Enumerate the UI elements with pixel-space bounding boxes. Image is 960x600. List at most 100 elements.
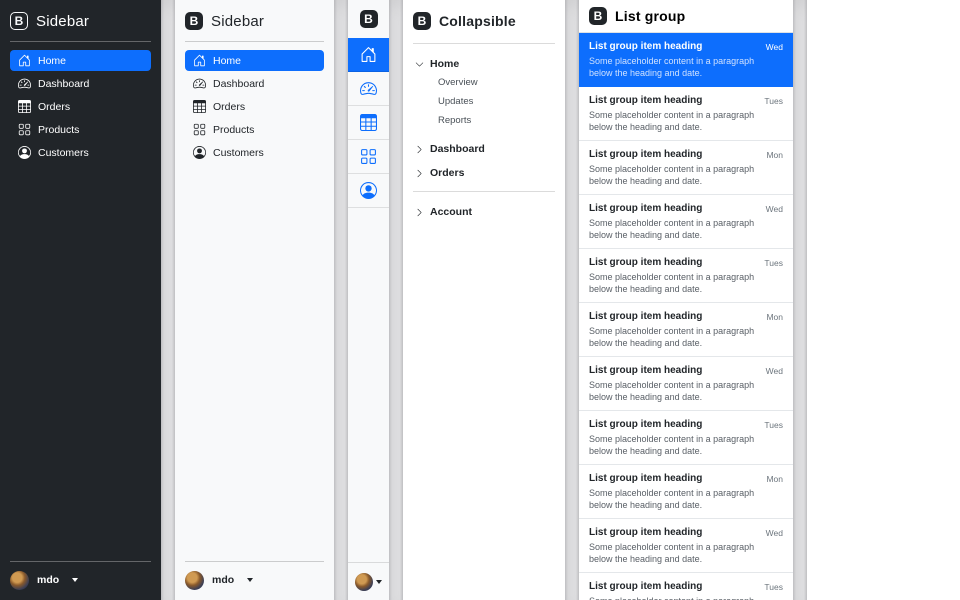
list-item-header-row: List group item heading Tues: [589, 418, 783, 432]
list-item-heading: List group item heading: [589, 40, 702, 54]
list-item-heading: List group item heading: [589, 148, 702, 162]
nav-label: Products: [38, 124, 79, 136]
sidebar-light-nav: Home Dashboard Orders Products Customers: [185, 50, 324, 163]
sidebar-collapsible-brand[interactable]: B Collapsible: [413, 10, 555, 32]
list-item-date: Mon: [766, 472, 783, 486]
list-item-heading: List group item heading: [589, 364, 702, 378]
list-item-header-row: List group item heading Mon: [589, 148, 783, 162]
nav-item-products[interactable]: Products: [10, 119, 151, 140]
nav-item-dashboard[interactable]: Dashboard: [10, 73, 151, 94]
list-item-body: Some placeholder content in a paragraph …: [589, 326, 759, 349]
list-item-body: Some placeholder content in a paragraph …: [589, 272, 759, 295]
sidebar-dark-title: Sidebar: [36, 13, 89, 30]
sidebar-light-brand[interactable]: B Sidebar: [185, 10, 324, 32]
tree-toggle-label: Home: [430, 58, 459, 70]
nav-item-customers[interactable]: Customers: [10, 142, 151, 163]
list-item[interactable]: List group item heading Tues Some placeh…: [579, 411, 793, 465]
list-item-heading: List group item heading: [589, 580, 702, 594]
list-item-body: Some placeholder content in a paragraph …: [589, 56, 759, 79]
sidebar-dark-brand[interactable]: B Sidebar: [10, 10, 151, 32]
list-item-body: Some placeholder content in a paragraph …: [589, 434, 759, 457]
tree-link-updates[interactable]: Updates: [438, 95, 555, 108]
nav-icon-products[interactable]: [348, 140, 389, 174]
list-item[interactable]: List group item heading Mon Some placeho…: [579, 141, 793, 195]
person-circle-icon: [193, 146, 206, 159]
nav-icon-home[interactable]: [348, 38, 389, 72]
nav-icon-dashboard[interactable]: [348, 72, 389, 106]
speedometer-icon: [18, 77, 31, 90]
nav-item-products[interactable]: Products: [185, 119, 324, 140]
list-item[interactable]: List group item heading Wed Some placeho…: [579, 357, 793, 411]
nav-icon-orders[interactable]: [348, 106, 389, 140]
list-item[interactable]: List group item heading Mon Some placeho…: [579, 465, 793, 519]
grid-icon: [18, 123, 31, 136]
tree-toggle-account[interactable]: Account: [415, 204, 555, 220]
nav-item-orders[interactable]: Orders: [185, 96, 324, 117]
user-dropdown-toggle[interactable]: [348, 562, 389, 600]
list-item-header-row: List group item heading Tues: [589, 580, 783, 594]
sidebar-icons: B: [348, 0, 389, 600]
list-item-header-row: List group item heading Wed: [589, 364, 783, 378]
sidebar-light: B Sidebar Home Dashboard Orders Products: [175, 0, 334, 600]
tree-toggle-label: Account: [430, 206, 472, 218]
bootstrap-logo-icon: B: [360, 10, 378, 28]
list-item-body: Some placeholder content in a paragraph …: [589, 542, 759, 565]
list-item-date: Wed: [766, 40, 783, 54]
list-item-date: Mon: [766, 148, 783, 162]
house-icon: [193, 54, 206, 67]
nav-label: Customers: [213, 147, 264, 159]
list-item-date: Tues: [764, 418, 783, 432]
list-item[interactable]: List group item heading Tues Some placeh…: [579, 249, 793, 303]
list-item-heading: List group item heading: [589, 472, 702, 486]
collapsible-tree: Home Overview Updates Reports Dashboard …: [413, 44, 555, 220]
nav-item-customers[interactable]: Customers: [185, 142, 324, 163]
list-item-date: Wed: [766, 526, 783, 540]
list-item-date: Mon: [766, 310, 783, 324]
list-item[interactable]: List group item heading Tues Some placeh…: [579, 87, 793, 141]
tree-toggle-dashboard[interactable]: Dashboard: [415, 141, 555, 157]
list-item[interactable]: List group item heading Tues Some placeh…: [579, 573, 793, 600]
tree-children-home: Overview Updates Reports: [438, 76, 555, 127]
nav-item-home[interactable]: Home: [185, 50, 324, 71]
list-item[interactable]: List group item heading Mon Some placeho…: [579, 303, 793, 357]
list-item-heading: List group item heading: [589, 94, 702, 108]
chevron-right-icon: [415, 208, 424, 217]
avatar: [355, 573, 373, 591]
bootstrap-logo-icon: B: [413, 12, 431, 30]
avatar: [10, 571, 29, 590]
nav-item-home[interactable]: Home: [10, 50, 151, 71]
sidebar-dark: B Sidebar Home Dashboard Orders Products: [0, 0, 161, 600]
list-item-header-row: List group item heading Mon: [589, 472, 783, 486]
sidebar-icons-brand[interactable]: B: [348, 0, 389, 38]
tree-toggle-home[interactable]: Home: [415, 56, 555, 72]
list-item-date: Tues: [764, 94, 783, 108]
nav-icon-customers[interactable]: [348, 174, 389, 208]
list-item-header-row: List group item heading Wed: [589, 526, 783, 540]
avatar: [185, 571, 204, 590]
list-item-body: Some placeholder content in a paragraph …: [589, 164, 759, 187]
caret-down-icon: [376, 580, 382, 584]
tree-toggle-orders[interactable]: Orders: [415, 165, 555, 181]
divider: [413, 191, 555, 192]
list-item[interactable]: List group item heading Wed Some placeho…: [579, 195, 793, 249]
tree-link-overview[interactable]: Overview: [438, 76, 555, 89]
list-group-brand[interactable]: B List group: [579, 0, 793, 33]
nav-item-dashboard[interactable]: Dashboard: [185, 73, 324, 94]
list-item-date: Tues: [764, 256, 783, 270]
list-item-body: Some placeholder content in a paragraph …: [589, 110, 759, 133]
list-item-heading: List group item heading: [589, 418, 702, 432]
list-item-header-row: List group item heading Tues: [589, 94, 783, 108]
nav-label: Customers: [38, 147, 89, 159]
user-dropdown-toggle[interactable]: mdo: [10, 570, 151, 590]
list-item[interactable]: List group item heading Wed Some placeho…: [579, 519, 793, 573]
house-icon: [18, 54, 31, 67]
user-dropdown-toggle[interactable]: mdo: [185, 570, 324, 590]
tree-link-reports[interactable]: Reports: [438, 114, 555, 127]
chevron-right-icon: [415, 145, 424, 154]
list-item[interactable]: List group item heading Wed Some placeho…: [579, 33, 793, 87]
user-name: mdo: [37, 574, 59, 586]
nav-item-orders[interactable]: Orders: [10, 96, 151, 117]
caret-down-icon: [72, 578, 78, 582]
grid-icon: [193, 123, 206, 136]
list-item-heading: List group item heading: [589, 202, 702, 216]
